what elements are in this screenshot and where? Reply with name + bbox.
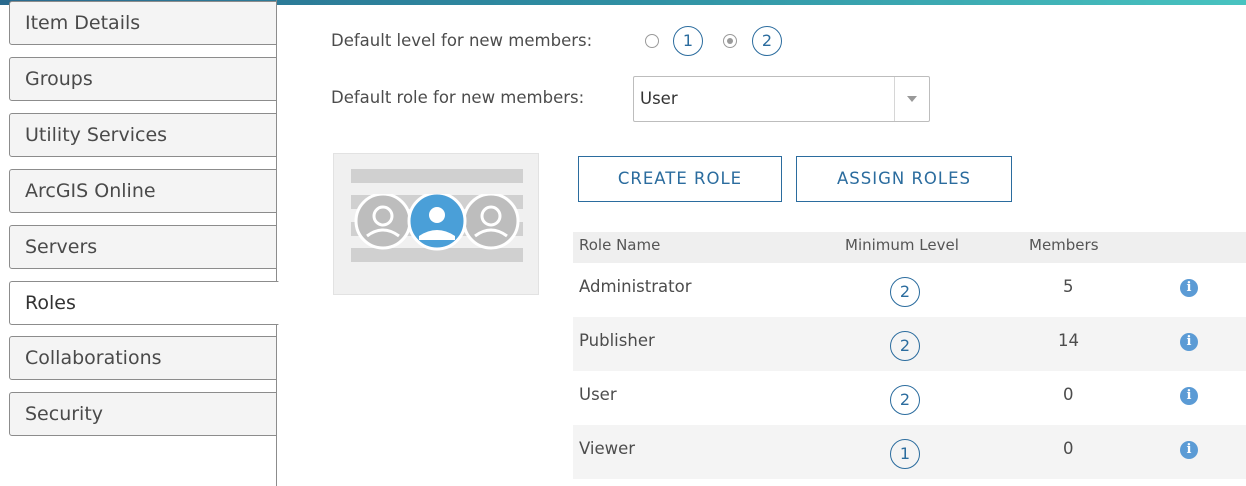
level-2-radio[interactable] [723, 34, 737, 48]
tab-servers[interactable]: Servers [9, 225, 277, 269]
roles-graphic [333, 153, 539, 295]
members-count: 0 [1063, 385, 1074, 404]
members-count: 14 [1058, 331, 1079, 350]
tab-security[interactable]: Security [9, 392, 277, 436]
info-icon[interactable]: i [1180, 441, 1198, 459]
role-name: Publisher [579, 331, 655, 350]
create-role-button[interactable]: CREATE ROLE [578, 156, 782, 202]
min-level-badge: 2 [890, 385, 920, 415]
role-name: User [579, 385, 617, 404]
tab-item-details[interactable]: Item Details [9, 1, 277, 45]
role-name: Viewer [579, 439, 636, 458]
tab-collaborations[interactable]: Collaborations [9, 336, 277, 380]
tab-groups[interactable]: Groups [9, 57, 277, 101]
default-role-select[interactable]: User [633, 76, 930, 122]
min-level-badge: 2 [890, 277, 920, 307]
members-count: 0 [1063, 439, 1074, 458]
min-level-badge: 1 [890, 439, 920, 469]
col-members[interactable]: Members [1029, 236, 1099, 254]
level-2-badge: 2 [752, 26, 782, 56]
sidebar: Item Details Groups Utility Services Arc… [0, 0, 280, 486]
tab-roles[interactable]: Roles [9, 281, 279, 325]
tab-utility-services[interactable]: Utility Services [9, 113, 277, 157]
info-icon[interactable]: i [1180, 387, 1198, 405]
level-1-badge: 1 [673, 26, 703, 56]
table-row[interactable]: Viewer 1 0 i [573, 425, 1246, 479]
select-divider [894, 77, 895, 121]
default-level-label: Default level for new members: [331, 31, 593, 50]
members-count: 5 [1063, 277, 1074, 296]
assign-roles-button[interactable]: ASSIGN ROLES [796, 156, 1012, 202]
table-row[interactable]: Administrator 2 5 i [573, 263, 1246, 317]
role-name: Administrator [579, 277, 692, 296]
graphic-stripe [351, 169, 523, 183]
min-level-badge: 2 [890, 331, 920, 361]
info-icon[interactable]: i [1180, 333, 1198, 351]
table-row[interactable]: Publisher 2 14 i [573, 317, 1246, 371]
col-role-name[interactable]: Role Name [579, 236, 660, 254]
level-1-radio[interactable] [645, 34, 659, 48]
chevron-down-icon[interactable] [907, 96, 917, 102]
tab-arcgis-online[interactable]: ArcGIS Online [9, 169, 277, 213]
table-row[interactable]: User 2 0 i [573, 371, 1246, 425]
default-role-value: User [640, 89, 678, 108]
roles-users-icon [354, 194, 520, 251]
info-icon[interactable]: i [1180, 279, 1198, 297]
default-role-label: Default role for new members: [331, 88, 585, 107]
col-minimum-level[interactable]: Minimum Level [845, 236, 959, 254]
